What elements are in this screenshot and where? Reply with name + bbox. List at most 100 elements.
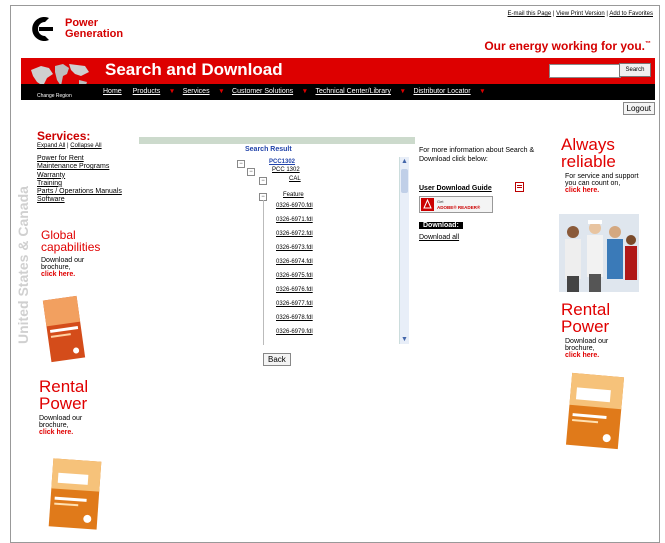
tree-file-item[interactable]: 0326-6977.fdl [276, 301, 313, 307]
promo-text: Download our brochure, [41, 257, 85, 271]
promo-title-line1: Rental [39, 377, 89, 396]
services-item-training[interactable]: Training [37, 180, 122, 188]
add-favorites-link[interactable]: Add to Favorites [609, 11, 653, 17]
tree-file-item[interactable]: 0326-6972.fdl [276, 231, 313, 237]
expand-collapse-links: Expand All | Collapse All [37, 143, 102, 149]
link-separator: | [67, 143, 69, 149]
adobe-product-text: ADOBE® READER® [437, 204, 481, 210]
nav-item-technical-center[interactable]: Technical Center/Library [315, 88, 390, 95]
promo-title-line2: capabilities [41, 240, 101, 254]
rental-power-promo-right: Rental Power Download our brochure, clic… [561, 301, 653, 359]
promo-text: Download our brochure, [39, 415, 83, 429]
global-capabilities-promo: Global capabilities Download our brochur… [41, 229, 131, 278]
change-region-link[interactable]: Change Region [37, 93, 72, 99]
collapse-icon[interactable]: − [237, 160, 245, 168]
nav-item-products[interactable]: Products [133, 88, 161, 95]
result-header-bar [139, 137, 415, 144]
services-item-maintenance[interactable]: Maintenance Programs [37, 163, 122, 171]
main-nav: Change Region Home Products ▾ Services ▾ C… [21, 84, 655, 100]
services-list: Power for Rent Maintenance Programs Warr… [37, 155, 122, 205]
trademark-mark: ™ [645, 41, 651, 47]
browser-page: E-mail this Page | View Print Version | … [10, 5, 660, 543]
promo-text: For service and support you can count on… [565, 173, 639, 187]
result-tree: − PCC1302 − PCC 1302 − CAL − Feature 032… [139, 155, 405, 345]
services-item-parts-manuals[interactable]: Parts / Operations Manuals [37, 188, 122, 196]
region-vertical-text: United States & Canada [15, 186, 31, 344]
chevron-down-icon: ▾ [303, 88, 307, 95]
nav-item-customer-solutions[interactable]: Customer Solutions [232, 88, 293, 95]
result-scrollbar[interactable]: ▲ ▼ [399, 157, 409, 344]
tree-node-cal[interactable]: CAL [289, 176, 301, 182]
brand-line2: Generation [65, 28, 123, 40]
services-item-software[interactable]: Software [37, 196, 122, 204]
promo-title-line1: Rental [561, 300, 611, 319]
info-text: For more information about Search & Down… [419, 147, 535, 163]
cummins-logo[interactable]: Power Generation [25, 12, 145, 46]
tree-file-item[interactable]: 0326-6971.fdl [276, 217, 313, 223]
promo-click-here-link[interactable]: click here. [39, 429, 129, 436]
tree-file-item[interactable]: 0326-6970.fdl [276, 203, 313, 209]
promo-text: Download our brochure, [565, 338, 609, 352]
promo-title-line1: Always [561, 135, 615, 154]
rental-brochure-thumbnail-icon[interactable] [45, 456, 105, 532]
collapse-all-link[interactable]: Collapse All [70, 143, 101, 149]
always-reliable-promo: Always reliable For service and support … [561, 136, 653, 194]
brochure-thumbnail-icon[interactable] [41, 294, 87, 364]
promo-click-here-link[interactable]: click here. [565, 352, 653, 359]
search-result-heading: Search Result [245, 146, 292, 153]
search-result-panel: Search Result − PCC1302 − PCC 1302 − CAL… [139, 137, 415, 345]
tagline-text: Our energy working for you. [484, 39, 645, 53]
nav-item-services[interactable]: Services [183, 88, 210, 95]
print-version-link[interactable]: View Print Version [556, 11, 605, 17]
page-title: Search and Download [105, 60, 283, 79]
search-input[interactable] [549, 64, 621, 78]
adobe-get-text: Get [437, 199, 444, 204]
tree-connector-line [263, 200, 264, 345]
tree-file-item[interactable]: 0326-6975.fdl [276, 273, 313, 279]
collapse-icon[interactable]: − [259, 177, 267, 185]
get-adobe-reader-badge[interactable]: Get ADOBE® READER® [419, 196, 493, 213]
tree-file-item[interactable]: 0326-6974.fdl [276, 259, 313, 265]
scroll-thumb[interactable] [401, 169, 408, 193]
expand-all-link[interactable]: Expand All [37, 143, 65, 149]
scroll-down-icon[interactable]: ▼ [400, 335, 409, 344]
services-item-power-for-rent[interactable]: Power for Rent [37, 155, 122, 163]
collapse-icon[interactable]: − [247, 168, 255, 176]
chevron-down-icon: ▾ [400, 88, 405, 95]
services-item-warranty[interactable]: Warranty [37, 172, 122, 180]
rental-brochure-thumbnail-icon[interactable] [561, 371, 629, 451]
tree-node-root[interactable]: PCC1302 [269, 159, 295, 165]
tree-file-item[interactable]: 0326-6979.fdl [276, 329, 313, 335]
search-button[interactable]: Search [619, 63, 651, 77]
tree-node-feature[interactable]: Feature [283, 192, 304, 198]
rental-power-promo-left: Rental Power Download our brochure, clic… [39, 378, 129, 436]
search-download-banner: Search and Download Search [21, 58, 655, 88]
download-label: Download: [419, 222, 463, 229]
tree-file-item[interactable]: 0326-6973.fdl [276, 245, 313, 251]
email-page-link[interactable]: E-mail this Page [508, 11, 552, 17]
promo-title-line2: reliable [561, 152, 616, 171]
promo-title-line2: Power [561, 317, 610, 336]
tree-node-child[interactable]: PCC 1302 [272, 167, 300, 173]
services-heading: Services: [37, 129, 91, 143]
tree-file-item[interactable]: 0326-6978.fdl [276, 315, 313, 321]
download-all-link[interactable]: Download all [419, 234, 459, 241]
pdf-icon[interactable] [515, 182, 524, 192]
promo-click-here-link[interactable]: click here. [565, 187, 653, 194]
user-download-guide-link[interactable]: User Download Guide [419, 185, 492, 192]
chevron-down-icon: ▾ [170, 88, 174, 95]
chevron-down-icon: ▾ [480, 88, 485, 95]
scroll-up-icon[interactable]: ▲ [400, 157, 409, 166]
cummins-c-icon: Power Generation [32, 17, 123, 41]
nav-item-home[interactable]: Home [103, 88, 122, 95]
chevron-down-icon: ▾ [219, 88, 224, 95]
nav-item-distributor-locator[interactable]: Distributor Locator [413, 88, 470, 95]
promo-title-line2: Power [39, 394, 88, 413]
tagline: Our energy working for you.™ [484, 39, 651, 53]
region-vertical-label: United States & Canada [15, 186, 31, 344]
logout-button[interactable]: Logout [622, 102, 655, 115]
back-button[interactable]: Back [263, 353, 291, 366]
tree-file-item[interactable]: 0326-6976.fdl [276, 287, 313, 293]
top-utility-links: E-mail this Page | View Print Version | … [508, 11, 653, 17]
promo-click-here-link[interactable]: click here. [41, 271, 131, 278]
